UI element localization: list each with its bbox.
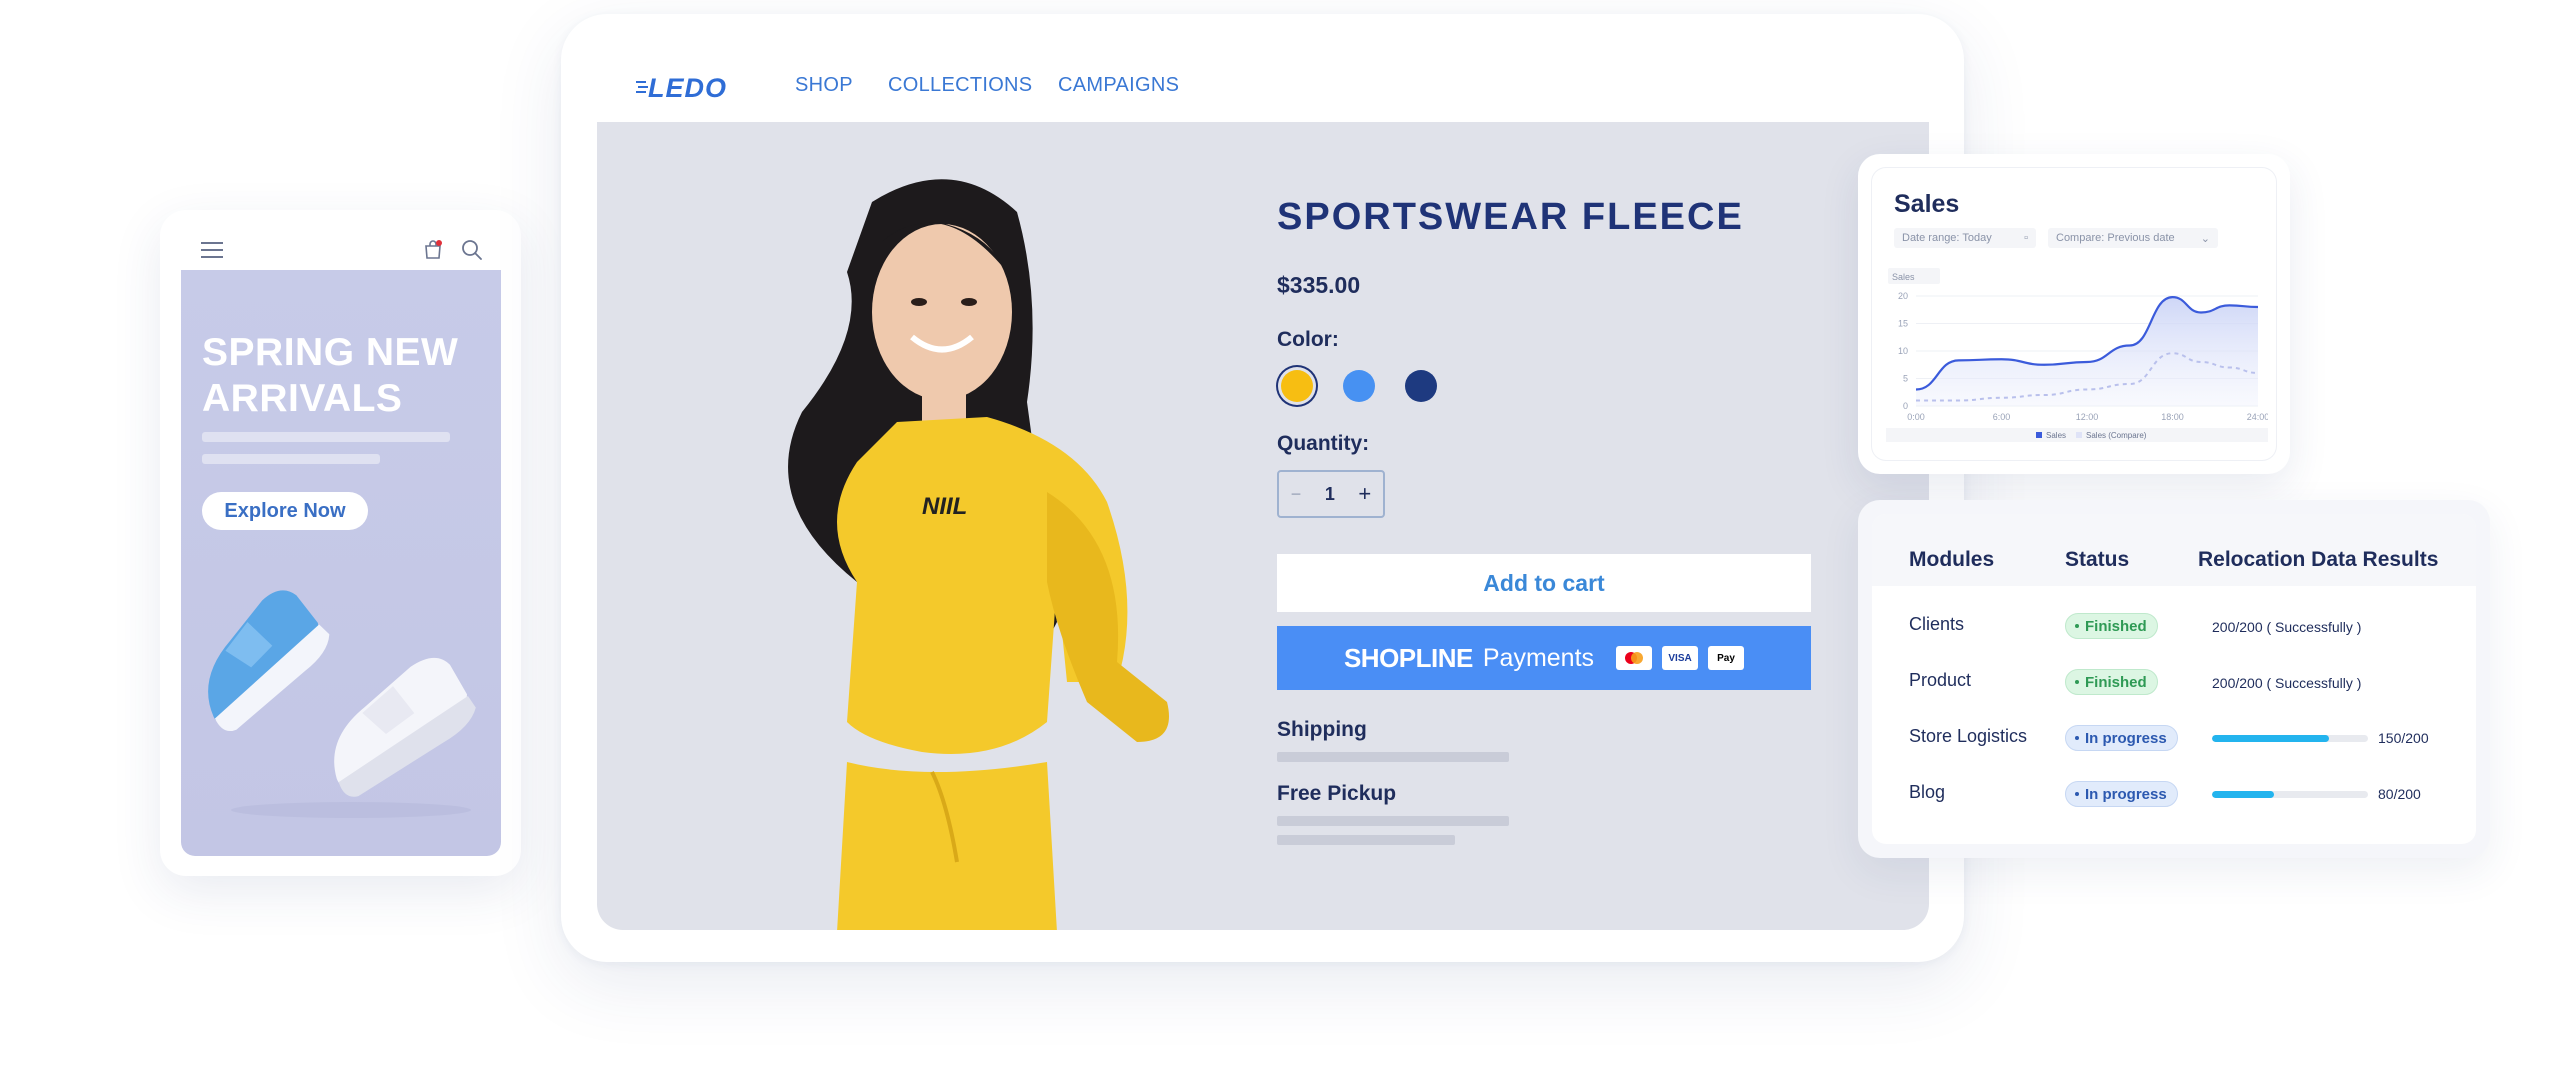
text-placeholder <box>202 432 450 442</box>
mobile-preview-card: SPRING NEW ARRIVALS Explore Now <box>160 210 521 876</box>
result-text: 200/200 ( Successfully ) <box>2212 675 2362 691</box>
sales-panel: Sales Date range: Today ▫ Compare: Previ… <box>1872 168 2276 460</box>
module-name-product: Product <box>1909 670 1972 690</box>
nav-shop[interactable]: SHOP <box>795 74 853 97</box>
explore-now-button[interactable]: Explore Now <box>202 492 368 530</box>
module-name-store-logistics: Store Logistics <box>1909 726 2028 746</box>
sales-title: Sales <box>1894 190 1960 218</box>
calendar-icon: ▫ <box>2024 232 2028 244</box>
shipping-label: Shipping <box>1277 718 1367 741</box>
increase-quantity-button[interactable]: + <box>1358 481 1371 507</box>
x-tick-label: 0:00 <box>1907 412 1925 422</box>
text-placeholder <box>202 454 380 464</box>
metric-select-label: Sales <box>1892 272 1915 282</box>
text-placeholder <box>1277 835 1455 845</box>
modules-table: Modules Status Relocation Data Results C… <box>1872 514 2476 844</box>
quantity-label: Quantity: <box>1277 432 1370 455</box>
y-tick-label: 15 <box>1898 319 1908 329</box>
sneakers-image <box>208 590 476 818</box>
chevron-down-icon: ⌄ <box>2200 232 2210 245</box>
payment-brand-suffix: Payments <box>1482 643 1595 672</box>
color-swatch-blue[interactable] <box>1343 370 1375 402</box>
x-tick-label: 6:00 <box>1993 412 2011 422</box>
quantity-value[interactable]: 1 <box>1325 484 1335 505</box>
progress-text: 150/200 <box>2378 730 2429 746</box>
module-name-clients: Clients <box>1909 614 1965 634</box>
column-header-modules: Modules <box>1909 548 1995 571</box>
svg-text:NIIL: NIIL <box>922 493 967 520</box>
column-header-results: Relocation Data Results <box>2198 548 2439 571</box>
progress-bar <box>2212 791 2368 798</box>
x-tick-label: 18:00 <box>2161 412 2184 422</box>
text-placeholder <box>1277 752 1509 762</box>
relocation-status-widget: Modules Status Relocation Data Results C… <box>1858 500 2490 858</box>
shopping-bag-icon[interactable] <box>423 240 443 260</box>
progress-text: 80/200 <box>2378 786 2421 802</box>
nav-campaigns[interactable]: CAMPAIGNS <box>1058 74 1179 97</box>
payment-brand: SHOPLINE <box>1343 642 1473 673</box>
banner-headline: SPRING NEW ARRIVALS <box>202 331 459 420</box>
legend-swatch-sales <box>2036 432 2042 438</box>
column-header-status: Status <box>2065 548 2130 571</box>
x-tick-label: 12:00 <box>2076 412 2099 422</box>
module-name-blog: Blog <box>1909 782 1946 802</box>
color-label: Color: <box>1277 328 1339 351</box>
date-range-text: Date range: Today <box>1902 232 1992 244</box>
apple-pay-icon: Pay <box>1708 646 1745 670</box>
result-text: 200/200 ( Successfully ) <box>2212 619 2362 635</box>
quantity-stepper: − 1 + <box>1277 470 1385 518</box>
menu-icon[interactable] <box>201 242 223 260</box>
y-tick-label: 10 <box>1898 346 1908 356</box>
color-swatch-navy[interactable] <box>1405 370 1437 402</box>
model-photo: NIIL <box>788 179 1169 930</box>
compare-select[interactable]: Compare: Previous date ⌄ <box>2048 228 2218 248</box>
x-tick-label: 24:00 <box>2247 412 2268 422</box>
legend-swatch-compare <box>2076 432 2082 438</box>
search-icon[interactable] <box>461 239 483 261</box>
progress-fill <box>2212 735 2329 742</box>
desktop-storefront-card: LEDO SHOP COLLECTIONS CAMPAIGNS NIIL SPO… <box>561 14 1964 962</box>
visa-icon: VISA <box>1662 646 1699 670</box>
shopline-payments-button[interactable]: SHOPLINE Payments VISA Pay <box>1277 626 1811 690</box>
decrease-quantity-button[interactable]: − <box>1291 484 1302 505</box>
date-range-select[interactable]: Date range: Today ▫ <box>1894 228 2036 248</box>
status-badge: In progress <box>2065 781 2178 807</box>
compare-text: Compare: Previous date <box>2056 232 2175 244</box>
mastercard-icon <box>1616 646 1653 670</box>
product-price: $335.00 <box>1277 272 1361 298</box>
svg-text:LEDO: LEDO <box>648 73 727 102</box>
y-tick-label: 0 <box>1903 401 1908 411</box>
product-hero: NIIL SPORTSWEAR FLEECE $335.00 Color: Qu… <box>597 122 1929 930</box>
text-placeholder <box>1277 816 1509 826</box>
color-swatch-yellow[interactable] <box>1281 370 1313 402</box>
add-to-cart-button[interactable]: Add to cart <box>1277 554 1811 612</box>
free-pickup-label: Free Pickup <box>1277 782 1397 805</box>
status-badge: In progress <box>2065 725 2178 751</box>
sales-widget: Sales Date range: Today ▫ Compare: Previ… <box>1858 154 2290 474</box>
product-title: SPORTSWEAR FLEECE <box>1277 196 1744 238</box>
y-tick-label: 5 <box>1903 374 1908 384</box>
status-badge: Finished <box>2065 613 2158 639</box>
legend-label-compare: Sales (Compare) <box>2086 431 2147 440</box>
progress-fill <box>2212 791 2275 798</box>
status-badge: Finished <box>2065 669 2158 695</box>
y-tick-label: 20 <box>1898 291 1908 301</box>
legend-label-sales: Sales <box>2046 431 2066 440</box>
promo-banner: SPRING NEW ARRIVALS Explore Now <box>181 270 501 856</box>
top-navigation: LEDO SHOP COLLECTIONS CAMPAIGNS <box>561 14 1964 122</box>
sales-chart: Sales 0 5 10 15 20 0:00 6:00 12:00 18:00 24:00 Sale… <box>1886 268 2268 442</box>
nav-collections[interactable]: COLLECTIONS <box>888 74 1032 97</box>
ledo-logo[interactable]: LEDO <box>636 72 746 102</box>
progress-bar <box>2212 735 2368 742</box>
